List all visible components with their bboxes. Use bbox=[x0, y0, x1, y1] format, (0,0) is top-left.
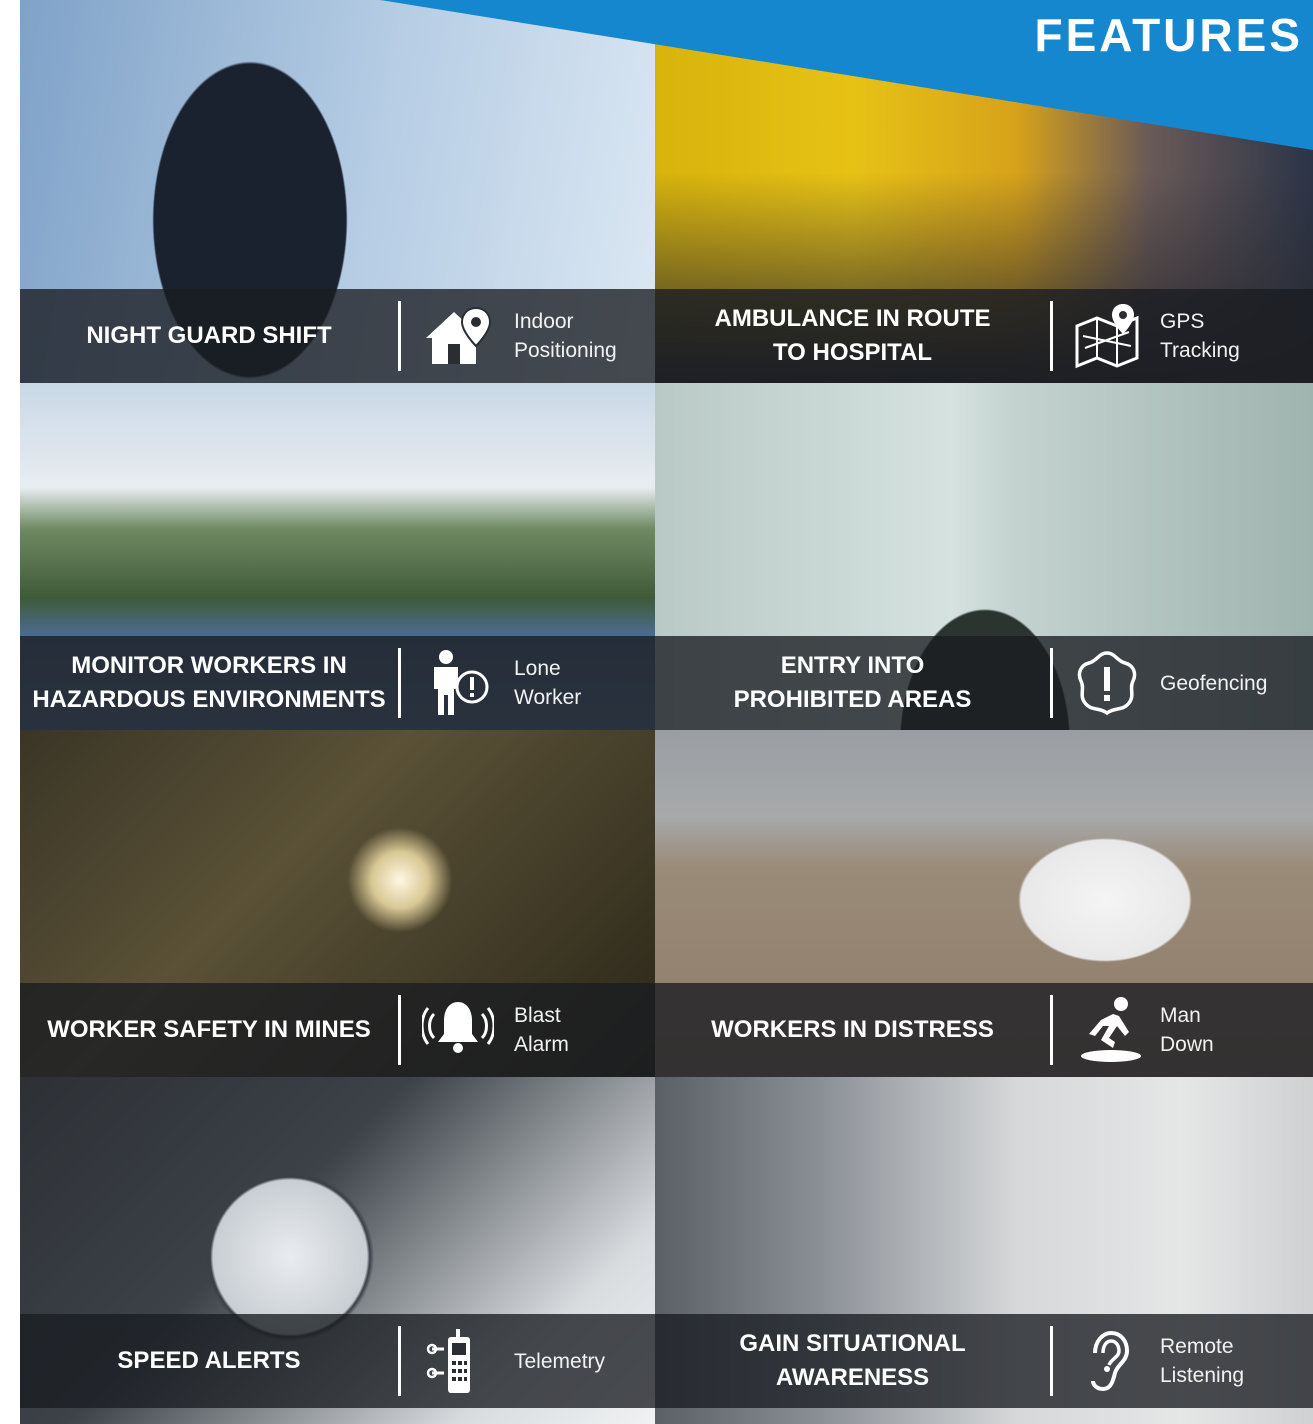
feature-label: Telemetry bbox=[514, 1349, 606, 1373]
page-title: FEATURES bbox=[1034, 9, 1303, 61]
feature-caption-band: GAIN SITUATIONAL AWARENESS Remote Listen… bbox=[655, 1314, 1313, 1408]
ear-icon bbox=[1067, 1327, 1147, 1395]
map-pin-icon bbox=[1067, 302, 1147, 370]
feature-label: Remote Listening bbox=[1160, 1335, 1245, 1387]
geofence-alert-icon bbox=[1067, 649, 1147, 717]
feature-caption-band: ENTRY INTO PROHIBITED AREAS Geofencing bbox=[655, 636, 1313, 730]
feature-title: ENTRY INTO PROHIBITED AREAS bbox=[733, 652, 972, 713]
feature-label: Man Down bbox=[1160, 1004, 1214, 1056]
feature-label: Lone Worker bbox=[514, 657, 582, 709]
feature-caption-band: WORKERS IN DISTRESS Man Down bbox=[655, 983, 1313, 1077]
man-down-icon bbox=[1067, 996, 1147, 1064]
divider bbox=[1050, 1326, 1053, 1396]
feature-card-prohibited[interactable]: ENTRY INTO PROHIBITED AREAS Geofencing bbox=[655, 383, 1313, 730]
feature-grid: NIGHT GUARD SHIFT Indoor Positioning AMB… bbox=[20, 0, 1313, 1424]
house-location-icon bbox=[418, 302, 498, 370]
feature-label: GPS Tracking bbox=[1160, 310, 1240, 362]
feature-title: MONITOR WORKERS IN HAZARDOUS ENVIRONMENT… bbox=[32, 652, 386, 713]
divider bbox=[398, 648, 401, 718]
feature-card-night-guard[interactable]: NIGHT GUARD SHIFT Indoor Positioning bbox=[20, 0, 655, 383]
feature-label: Blast Alarm bbox=[514, 1004, 569, 1056]
feature-title: WORKERS IN DISTRESS bbox=[711, 1016, 994, 1043]
feature-title: GAIN SITUATIONAL AWARENESS bbox=[739, 1330, 966, 1391]
feature-card-speed[interactable]: SPEED ALERTS Telemetry bbox=[20, 1077, 655, 1424]
feature-caption-band: AMBULANCE IN ROUTE TO HOSPITAL GPS Track… bbox=[655, 289, 1313, 383]
divider bbox=[1050, 648, 1053, 718]
feature-card-awareness[interactable]: GAIN SITUATIONAL AWARENESS Remote Listen… bbox=[655, 1077, 1313, 1424]
telemetry-device-icon bbox=[418, 1327, 498, 1395]
alarm-bell-icon bbox=[418, 996, 498, 1064]
feature-caption-band: WORKER SAFETY IN MINES Blast Alarm bbox=[20, 983, 655, 1077]
feature-card-hazardous[interactable]: MONITOR WORKERS IN HAZARDOUS ENVIRONMENT… bbox=[20, 383, 655, 730]
divider bbox=[398, 301, 401, 371]
feature-card-mines[interactable]: WORKER SAFETY IN MINES Blast Alarm bbox=[20, 730, 655, 1077]
feature-title: AMBULANCE IN ROUTE TO HOSPITAL bbox=[714, 305, 991, 366]
divider bbox=[398, 1326, 401, 1396]
feature-title: SPEED ALERTS bbox=[117, 1347, 301, 1374]
divider bbox=[398, 995, 401, 1065]
feature-label: Indoor Positioning bbox=[514, 310, 617, 362]
feature-caption-band: NIGHT GUARD SHIFT Indoor Positioning bbox=[20, 289, 655, 383]
divider bbox=[1050, 995, 1053, 1065]
person-alert-icon bbox=[418, 649, 498, 717]
feature-title: WORKER SAFETY IN MINES bbox=[47, 1016, 371, 1043]
feature-label: Geofencing bbox=[1160, 671, 1268, 695]
feature-card-distress[interactable]: WORKERS IN DISTRESS Man Down bbox=[655, 730, 1313, 1077]
divider bbox=[1050, 301, 1053, 371]
feature-caption-band: MONITOR WORKERS IN HAZARDOUS ENVIRONMENT… bbox=[20, 636, 655, 730]
feature-title: NIGHT GUARD SHIFT bbox=[86, 322, 332, 349]
feature-caption-band: SPEED ALERTS Telemetry bbox=[20, 1314, 655, 1408]
